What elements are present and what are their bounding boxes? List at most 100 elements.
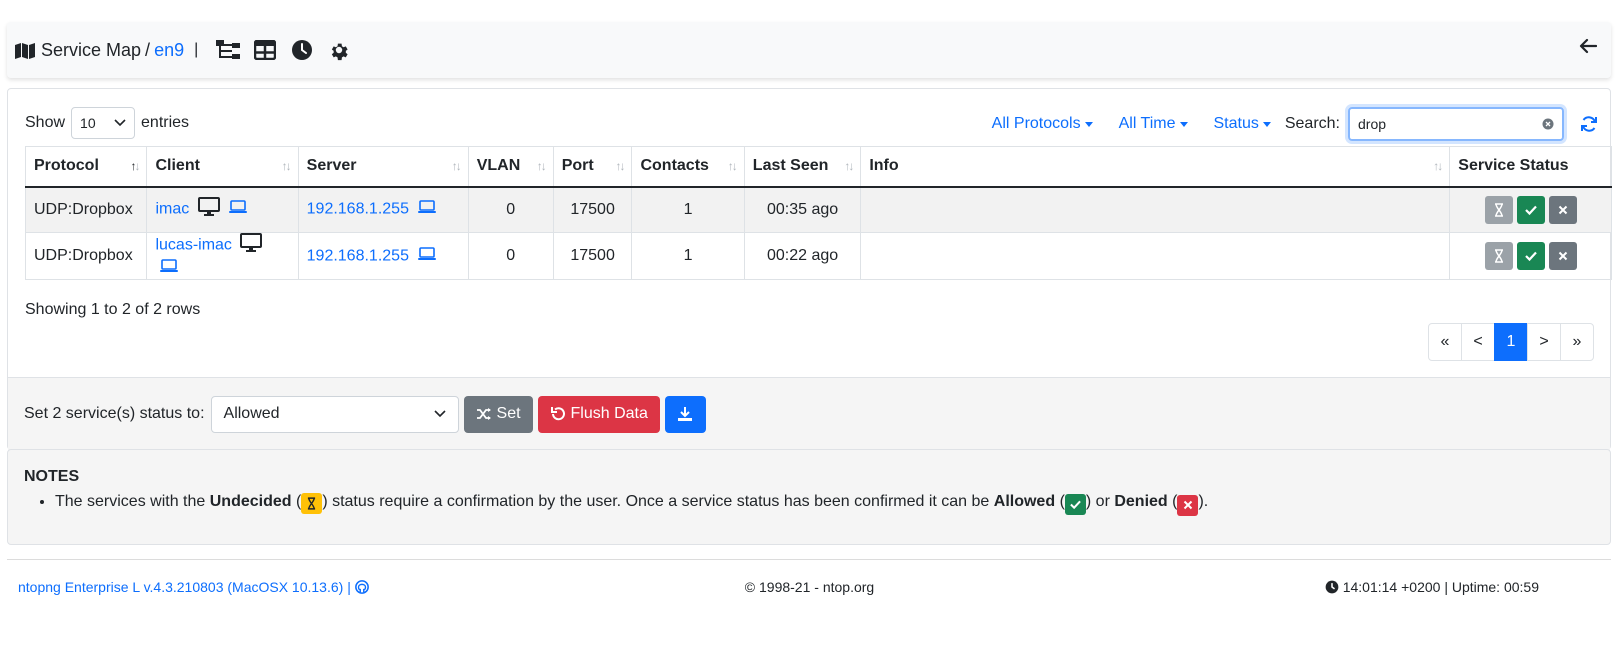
- interface-link[interactable]: en9: [154, 40, 184, 61]
- page-title: Service Map: [41, 39, 142, 60]
- clock-status: 14:01:14 +0200 | Uptime: 00:59: [1325, 579, 1539, 595]
- version-link[interactable]: ntopng Enterprise L v.4.3.210803 (MacOSX…: [18, 579, 369, 595]
- close-icon: [1558, 251, 1567, 261]
- column-header-vlan[interactable]: VLAN ↑↓: [467, 146, 554, 188]
- deny-button[interactable]: [1548, 195, 1577, 224]
- desktop-icon: [197, 197, 220, 222]
- clock-icon[interactable]: [289, 37, 315, 63]
- gear-icon[interactable]: [326, 37, 352, 63]
- cell-port: 17500: [552, 232, 633, 280]
- caret-down-icon: [1179, 121, 1188, 127]
- page-first-button[interactable]: «: [1428, 323, 1462, 361]
- client-link[interactable]: lucas-imac: [155, 237, 231, 254]
- refresh-icon[interactable]: [1580, 115, 1598, 133]
- entries-select[interactable]: 10: [71, 107, 136, 139]
- cell-client: imac: [146, 186, 299, 233]
- page-prev-button[interactable]: <: [1461, 323, 1495, 361]
- status-select[interactable]: Allowed: [210, 395, 459, 433]
- cell-client: lucas-imac: [146, 232, 299, 280]
- cell-server: 192.168.1.255: [297, 232, 469, 280]
- table-info: Showing 1 to 2 of 2 rows: [25, 301, 201, 318]
- download-icon: [678, 407, 693, 421]
- cell-info: [860, 186, 1451, 233]
- sort-icon: ↑↓: [451, 159, 462, 173]
- table-header-row: Protocol ↑↓ Client ↑↓ Server ↑↓ VLAN ↑↓ Port…: [24, 146, 1612, 188]
- caret-down-icon: [1084, 121, 1093, 127]
- notes-item: The services with the Undecided () statu…: [55, 490, 1594, 516]
- sort-icon: ↑↓: [1433, 159, 1443, 173]
- download-button[interactable]: [664, 395, 706, 433]
- check-icon: [1064, 494, 1086, 515]
- clock-icon: [1325, 580, 1339, 594]
- table-icon[interactable]: [252, 37, 278, 63]
- allow-button[interactable]: [1516, 195, 1545, 224]
- page-next-button[interactable]: >: [1527, 323, 1561, 361]
- server-link[interactable]: 192.168.1.255: [307, 201, 409, 218]
- deny-button[interactable]: [1548, 242, 1577, 270]
- status-select-value: Allowed: [223, 405, 280, 422]
- allow-button[interactable]: [1516, 242, 1545, 270]
- pagination: « < 1 > »: [1428, 323, 1594, 361]
- desktop-icon: [240, 233, 263, 258]
- toolbar-divider: |: [194, 41, 199, 58]
- table-row: UDP:Dropbox imac 192.168.1.255 0 17500 1…: [24, 186, 1612, 233]
- search-input[interactable]: drop: [1348, 107, 1564, 141]
- protocols-filter-dropdown[interactable]: All Protocols: [992, 115, 1093, 133]
- laptop-icon[interactable]: [159, 258, 179, 279]
- bulk-status-label: Set 2 service(s) status to:: [24, 405, 205, 422]
- check-icon: [1524, 251, 1537, 262]
- undo-icon: [550, 407, 565, 421]
- cell-service-status: [1449, 186, 1612, 233]
- footer-divider: [7, 559, 1611, 560]
- network-icon[interactable]: [215, 37, 241, 63]
- status-filter-dropdown[interactable]: Status: [1214, 115, 1271, 133]
- set-button[interactable]: Set: [463, 395, 533, 433]
- column-header-client[interactable]: Client ↑↓: [146, 146, 299, 188]
- shuffle-icon: [476, 408, 491, 420]
- flush-data-button[interactable]: Flush Data: [537, 395, 660, 433]
- notes-panel: NOTES The services with the Undecided ()…: [7, 449, 1611, 545]
- column-header-contacts[interactable]: Contacts ↑↓: [631, 146, 745, 188]
- chevron-down-icon: [433, 410, 446, 418]
- column-header-last-seen[interactable]: Last Seen ↑↓: [743, 146, 862, 188]
- page-1-button[interactable]: 1: [1494, 323, 1528, 361]
- github-icon: [354, 580, 369, 594]
- column-header-info[interactable]: Info ↑↓: [860, 146, 1451, 188]
- close-icon: [1558, 205, 1567, 214]
- laptop-icon[interactable]: [228, 199, 248, 220]
- back-arrow-icon[interactable]: [1579, 38, 1598, 59]
- cell-last-seen: 00:35 ago: [743, 186, 862, 233]
- hourglass-icon: [1494, 249, 1503, 263]
- cell-protocol: UDP:Dropbox: [24, 232, 148, 280]
- undecided-button[interactable]: [1484, 242, 1513, 270]
- clear-search-icon[interactable]: [1542, 118, 1554, 130]
- page-length-control: Show 10 entries: [25, 107, 189, 139]
- server-link[interactable]: 192.168.1.255: [307, 247, 409, 264]
- laptop-icon[interactable]: [417, 199, 437, 220]
- services-card: Show 10 entries All Protocols All Time S…: [7, 88, 1612, 450]
- entries-label: entries: [141, 114, 190, 131]
- sort-icon: ↑↓: [130, 159, 140, 173]
- time-filter-dropdown[interactable]: All Time: [1119, 115, 1188, 133]
- close-icon: [1177, 494, 1199, 516]
- check-icon: [1524, 205, 1537, 215]
- services-table: Protocol ↑↓ Client ↑↓ Server ↑↓ VLAN ↑↓ Port…: [24, 146, 1612, 280]
- sort-icon: ↑↓: [536, 159, 547, 173]
- cell-contacts: 1: [631, 232, 745, 280]
- column-header-service-status: Service Status: [1449, 146, 1612, 188]
- client-link[interactable]: imac: [155, 201, 189, 218]
- undecided-button[interactable]: [1484, 195, 1513, 224]
- laptop-icon[interactable]: [417, 246, 437, 267]
- page-last-button[interactable]: »: [1560, 323, 1594, 361]
- title-separator: /: [145, 39, 151, 60]
- cell-vlan: 0: [467, 232, 554, 280]
- sort-icon: ↑↓: [615, 159, 625, 173]
- cell-info: [860, 232, 1451, 280]
- column-header-port[interactable]: Port ↑↓: [552, 146, 633, 188]
- top-navbar: Service Map / en9 |: [7, 22, 1611, 78]
- column-header-server[interactable]: Server ↑↓: [297, 146, 469, 188]
- sort-icon: ↑↓: [281, 159, 292, 173]
- notes-title: NOTES: [24, 468, 80, 485]
- cell-service-status: [1449, 232, 1612, 280]
- column-header-protocol[interactable]: Protocol ↑↓: [24, 146, 148, 188]
